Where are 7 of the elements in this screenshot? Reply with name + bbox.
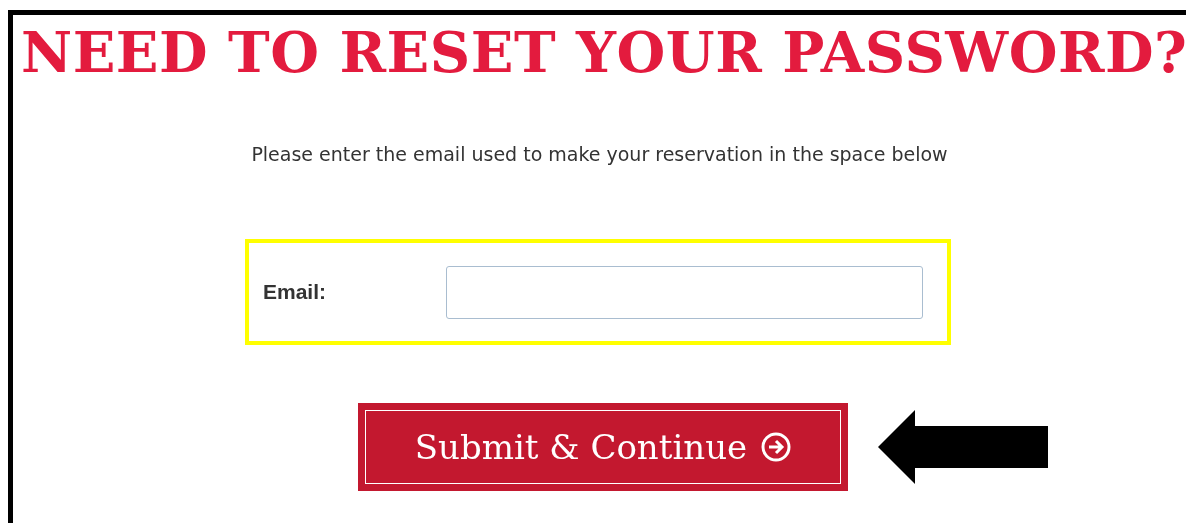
arrow-circle-icon [761,432,792,462]
page-title: NEED TO RESET YOUR PASSWORD? [20,18,1186,83]
pointer-arrow-icon [878,410,1048,484]
email-label: Email: [263,280,328,304]
instructions-text: Please enter the email used to make your reservation in the space below [250,143,949,165]
submit-button[interactable]: Submit & Continue [358,403,848,491]
email-input-field[interactable] [446,265,923,319]
